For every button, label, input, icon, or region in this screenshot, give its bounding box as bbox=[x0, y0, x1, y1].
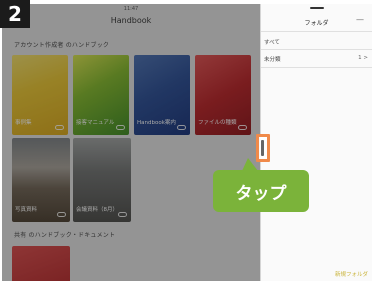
folder-row-uncategorized[interactable]: 未分類 1 > bbox=[264, 55, 370, 63]
close-icon[interactable]: — bbox=[356, 15, 364, 24]
folder-label: すべて bbox=[264, 40, 280, 46]
screenshot-frame: 11:47 Handbook アカウント作成者 のハンドブック 事例集 接客マニ… bbox=[0, 0, 372, 281]
callout-text: タップ bbox=[235, 183, 287, 204]
folder-label: 未分類 bbox=[264, 57, 281, 63]
new-folder-button[interactable]: 新規フォルダ bbox=[335, 270, 368, 278]
divider bbox=[261, 31, 372, 32]
divider bbox=[261, 67, 372, 68]
folder-panel: フォルダ — すべて 未分類 1 > 新規フォルダ bbox=[260, 4, 372, 281]
handle-bar-icon bbox=[261, 140, 264, 156]
grabber-icon bbox=[310, 7, 324, 9]
step-badge: 2 bbox=[0, 0, 30, 28]
dim-overlay bbox=[2, 4, 260, 281]
tap-callout: タップ bbox=[213, 170, 309, 212]
folder-row-all[interactable]: すべて bbox=[264, 38, 370, 46]
folder-count: 1 > bbox=[358, 55, 368, 61]
panel-drag-handle[interactable] bbox=[256, 134, 270, 162]
divider bbox=[261, 49, 372, 50]
